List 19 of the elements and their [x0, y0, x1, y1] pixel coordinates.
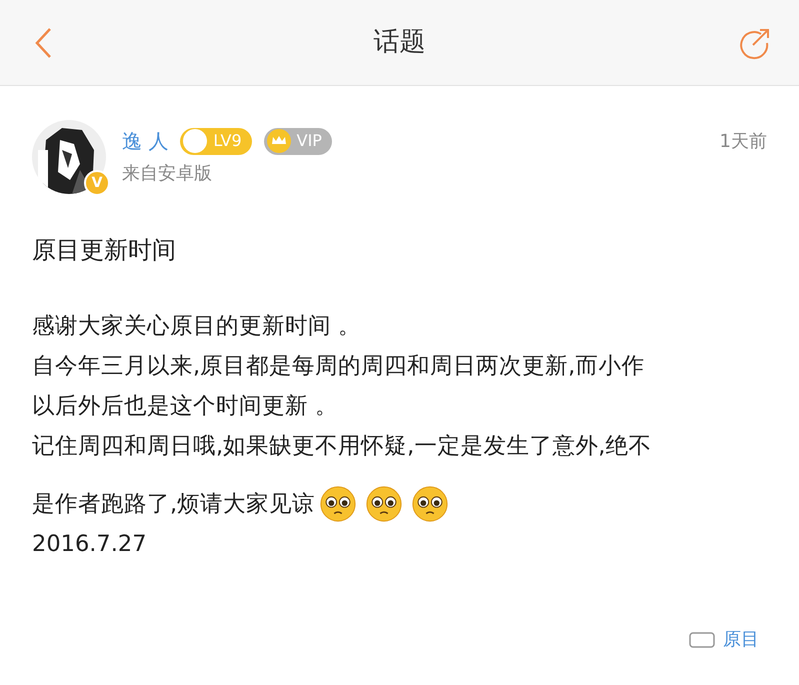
post-text-line: 以后外后也是这个时间更新 。: [32, 392, 338, 421]
post-text-line: 自今年三月以来,原目都是每周的周四和周日两次更新,而小作: [32, 352, 644, 381]
verified-badge: V: [84, 170, 110, 196]
page-title: 话题: [374, 26, 426, 59]
crying-face-icon: [319, 485, 358, 523]
crying-face-icon: [365, 485, 404, 523]
post-time: 1天前: [720, 130, 767, 154]
post-title: 原目更新时间: [32, 235, 176, 266]
tag-icon: [689, 630, 715, 650]
post-text-line: 感谢大家关心原目的更新时间 。: [32, 312, 362, 341]
author-name[interactable]: 逸 人: [122, 126, 168, 156]
crying-face-icon: [411, 485, 450, 523]
post-text-line: 2016.7.27: [32, 530, 147, 559]
level-badge: LV9: [180, 128, 252, 154]
post-text-line: 记住周四和周日哦,如果缺更不用怀疑,一定是发生了意外,绝不: [32, 432, 652, 461]
post-source: 来自安卓版: [122, 162, 212, 186]
post-text-line: 是作者跑路了,烦请大家见谅: [32, 490, 316, 519]
vip-badge: VIP: [264, 128, 332, 154]
topic-tag[interactable]: 原目: [723, 626, 759, 653]
